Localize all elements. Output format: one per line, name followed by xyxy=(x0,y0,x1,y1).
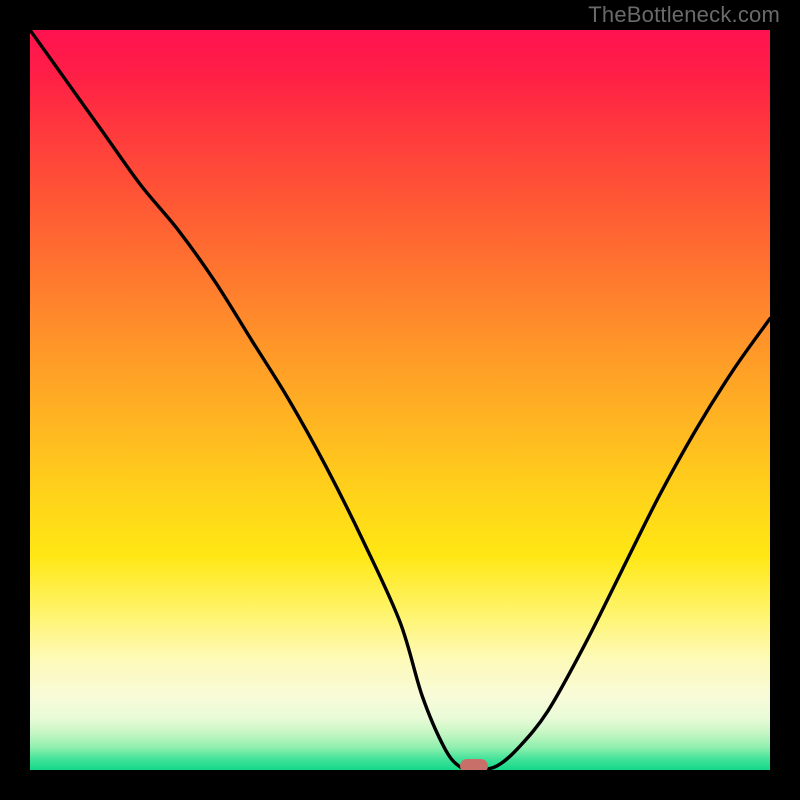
bottleneck-curve xyxy=(30,30,770,770)
watermark-text: TheBottleneck.com xyxy=(588,2,780,28)
curve-overlay xyxy=(30,30,770,770)
chart-frame: TheBottleneck.com xyxy=(0,0,800,800)
optimum-marker xyxy=(460,759,488,770)
plot-area xyxy=(30,30,770,770)
